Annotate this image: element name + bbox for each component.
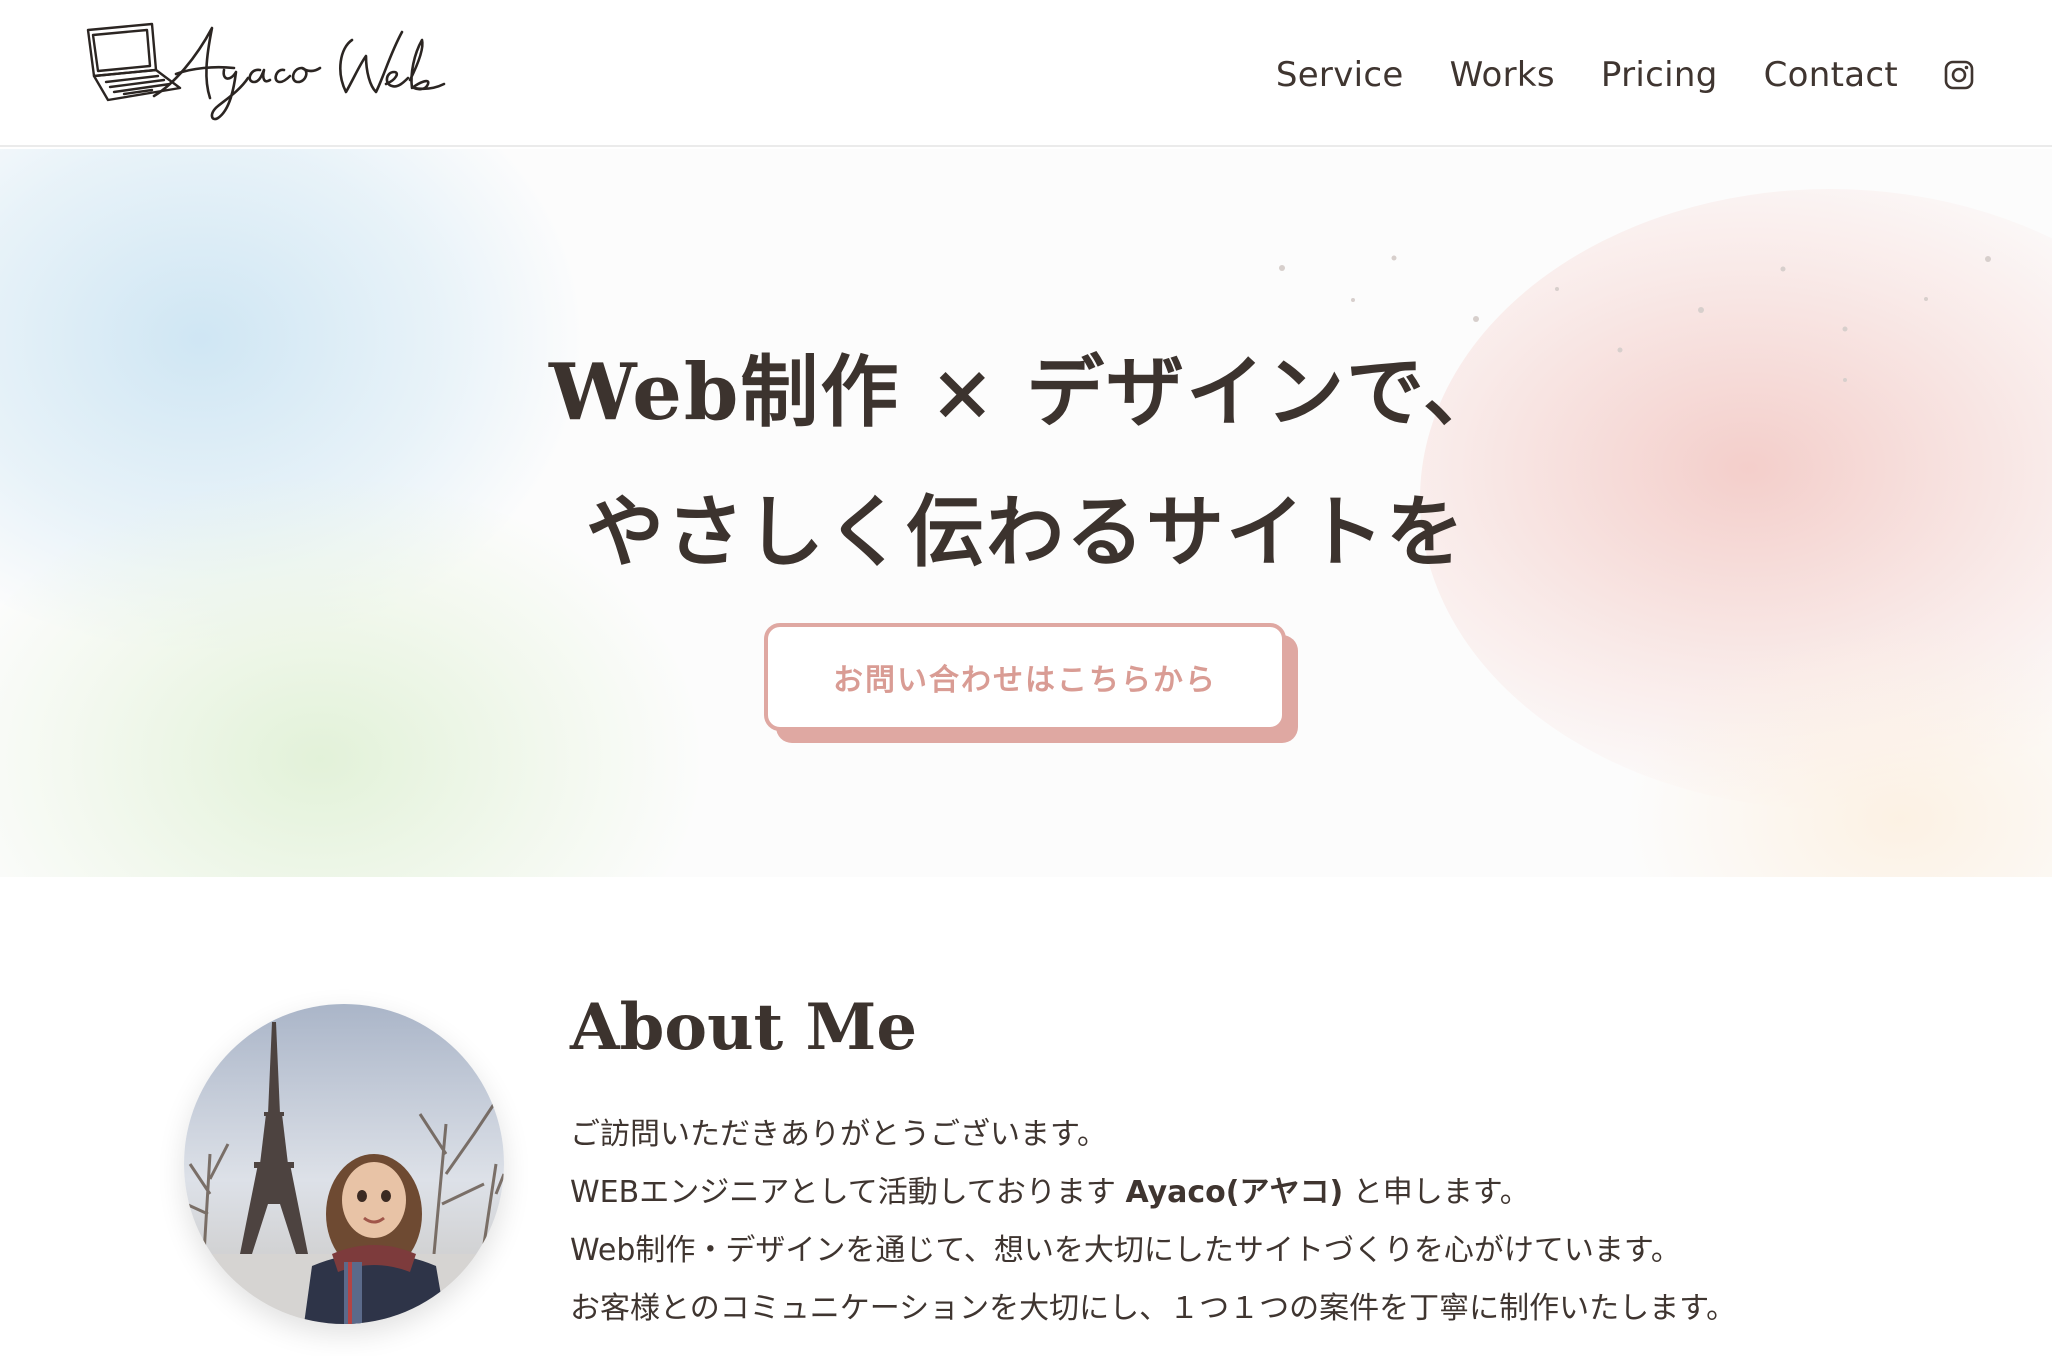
- about-line-2-suffix: と申します。: [1352, 1175, 1530, 1210]
- hero-title-line-2: やさしく伝わるサイトを: [585, 487, 1466, 578]
- about-text: ご訪問いただきありがとうございます。 WEBエンジニアとして活動しております A…: [570, 1106, 2010, 1338]
- nav-item-pricing[interactable]: Pricing: [1601, 55, 1718, 95]
- about-line-3: Web制作・デザインを通じて、想いを大切にしたサイトづくりを心がけています。: [570, 1233, 1681, 1268]
- cta-wrapper: お問い合わせはこちらから: [764, 623, 1298, 747]
- site-header: Service Works Pricing Contact: [0, 0, 2052, 147]
- nav-item-contact[interactable]: Contact: [1764, 55, 1898, 95]
- about-line-4: お客様とのコミュニケーションを大切にし、１つ１つの案件を丁寧に制作いたします。: [570, 1291, 1737, 1326]
- laptop-logo-icon: [86, 22, 446, 121]
- contact-cta-button[interactable]: お問い合わせはこちらから: [764, 623, 1286, 731]
- about-title: About Me: [570, 990, 918, 1065]
- avatar: [184, 1004, 504, 1324]
- site-logo[interactable]: [84, 18, 474, 122]
- instagram-link[interactable]: [1942, 58, 1976, 92]
- nav-item-service[interactable]: Service: [1276, 55, 1404, 95]
- instagram-icon: [1944, 60, 1974, 90]
- about-line-2: WEBエンジニアとして活動しております Ayaco(アヤコ) と申します。: [570, 1164, 2010, 1222]
- main-nav: Service Works Pricing Contact: [1276, 46, 1976, 104]
- about-line-1: ご訪問いただきありがとうございます。: [570, 1117, 1107, 1152]
- nav-item-works[interactable]: Works: [1450, 55, 1555, 95]
- hero-bottom-fade: [0, 877, 2052, 879]
- about-line-2-prefix: WEBエンジニアとして活動しております: [570, 1175, 1116, 1210]
- about-name: Ayaco(アヤコ): [1125, 1175, 1344, 1210]
- avatar-illustration: [184, 1004, 504, 1324]
- hero-title-line-1: Web制作 × デザインで、: [549, 347, 1503, 438]
